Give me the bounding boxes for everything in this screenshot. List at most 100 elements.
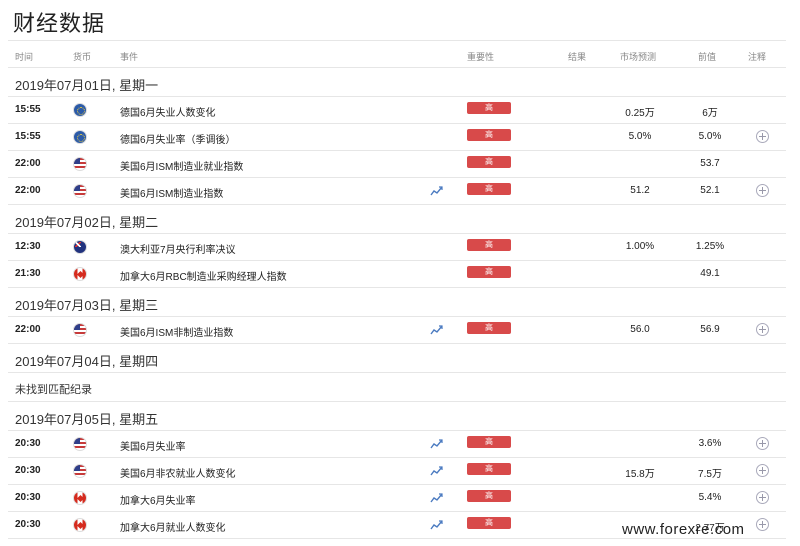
day-label: 2019年07月05日, 星期五 xyxy=(15,412,159,427)
event-time: 21:30 xyxy=(15,268,41,279)
event-time: 20:30 xyxy=(15,438,41,449)
header-forecast: 市场预测 xyxy=(620,52,657,62)
table-row[interactable]: 15:55 德国6月失业人数变化 高 0.25万 6万 xyxy=(8,97,786,124)
header-currency: 货币 xyxy=(73,52,92,62)
day-header-row: 2019年07月05日, 星期五 xyxy=(8,402,786,431)
event-name[interactable]: 澳大利亚7月央行利率决议 xyxy=(120,241,236,256)
table-row[interactable]: 20:30 加拿大6月失业率 高 5.4% xyxy=(8,485,786,512)
forecast-value: 15.8万 xyxy=(625,469,655,480)
event-name[interactable]: 德国6月失业人数变化 xyxy=(120,104,216,119)
header-event: 事件 xyxy=(120,52,139,62)
event-time: 22:00 xyxy=(15,158,41,169)
ca-flag-icon xyxy=(73,491,87,505)
event-time: 22:00 xyxy=(15,185,41,196)
forecast-value: 1.00% xyxy=(625,241,655,252)
table-row[interactable]: 22:00 美国6月ISM制造业指数 高 51.2 52.1 xyxy=(8,178,786,205)
header-importance: 重要性 xyxy=(467,52,495,62)
add-note-icon[interactable] xyxy=(756,464,769,477)
event-name[interactable]: 美国6月ISM制造业就业指数 xyxy=(120,158,243,173)
event-name[interactable]: 德国6月失业率（季调後） xyxy=(120,131,236,146)
chart-icon[interactable] xyxy=(430,185,443,196)
header-previous: 前值 xyxy=(698,52,717,62)
importance-badge: 高 xyxy=(467,156,511,168)
economic-calendar-table: 时间 货币 事件 重要性 结果 市场预测 前值 注释 2019年07月01日, … xyxy=(8,40,786,539)
event-time: 22:00 xyxy=(15,324,41,335)
importance-badge: 高 xyxy=(467,266,511,278)
header-note: 注释 xyxy=(748,52,767,62)
importance-badge: 高 xyxy=(467,183,511,195)
event-time: 15:55 xyxy=(15,104,41,115)
previous-value: 5.4% xyxy=(698,492,722,503)
importance-badge: 高 xyxy=(467,239,511,251)
table-row[interactable]: 15:55 德国6月失业率（季调後） 高 5.0% 5.0% xyxy=(8,124,786,151)
table-row[interactable]: 22:00 美国6月ISM制造业就业指数 高 53.7 xyxy=(8,151,786,178)
chart-icon[interactable] xyxy=(430,519,443,530)
no-records-row: 未找到匹配纪录 xyxy=(8,373,786,402)
previous-value: 1.25% xyxy=(695,241,725,252)
event-time: 15:55 xyxy=(15,131,41,142)
add-note-icon[interactable] xyxy=(756,491,769,504)
table-row[interactable]: 12:30 澳大利亚7月央行利率决议 高 1.00% 1.25% xyxy=(8,234,786,261)
importance-badge: 高 xyxy=(467,129,511,141)
previous-value: 49.1 xyxy=(700,268,720,279)
chart-icon-svg xyxy=(430,439,443,449)
table-row[interactable]: 22:00 美国6月ISM非制造业指数 高 56.0 56.9 xyxy=(8,317,786,344)
event-name[interactable]: 美国6月ISM非制造业指数 xyxy=(120,324,233,339)
table-row[interactable]: 20:30 美国6月失业率 高 3.6% xyxy=(8,431,786,458)
event-name[interactable]: 加拿大6月就业人数变化 xyxy=(120,519,226,534)
header-time: 时间 xyxy=(15,52,34,62)
no-records-text: 未找到匹配纪录 xyxy=(15,384,92,396)
add-note-icon[interactable] xyxy=(756,184,769,197)
importance-badge: 高 xyxy=(467,517,511,529)
event-name[interactable]: 加拿大6月失业率 xyxy=(120,492,196,507)
importance-badge: 高 xyxy=(467,322,511,334)
chart-icon[interactable] xyxy=(430,492,443,503)
previous-value: 6万 xyxy=(702,108,718,119)
day-label: 2019年07月02日, 星期二 xyxy=(15,215,159,230)
importance-badge: 高 xyxy=(467,102,511,114)
event-time: 20:30 xyxy=(15,492,41,503)
table-header: 时间 货币 事件 重要性 结果 市场预测 前值 注释 xyxy=(8,40,786,68)
ca-flag-icon xyxy=(73,267,87,281)
add-note-icon[interactable] xyxy=(756,518,769,531)
importance-badge: 高 xyxy=(467,436,511,448)
add-note-icon[interactable] xyxy=(756,323,769,336)
previous-value: 3.6% xyxy=(698,438,722,449)
event-time: 20:30 xyxy=(15,519,41,530)
chart-icon[interactable] xyxy=(430,324,443,335)
event-name[interactable]: 美国6月非农就业人数变化 xyxy=(120,465,236,480)
header-result: 结果 xyxy=(568,52,587,62)
chart-icon[interactable] xyxy=(430,438,443,449)
table-row[interactable]: 21:30 加拿大6月RBC制造业采购经理人指数 高 49.1 xyxy=(8,261,786,288)
forecast-value: 5.0% xyxy=(628,131,652,142)
event-name[interactable]: 加拿大6月RBC制造业采购经理人指数 xyxy=(120,268,287,283)
eu-flag-icon xyxy=(73,130,87,144)
chart-icon-svg xyxy=(430,186,443,196)
event-time: 12:30 xyxy=(15,241,41,252)
eu-flag-icon xyxy=(73,103,87,117)
event-name[interactable]: 美国6月ISM制造业指数 xyxy=(120,185,223,200)
previous-value: 52.1 xyxy=(700,185,720,196)
us-flag-icon xyxy=(73,437,87,451)
chart-icon-svg xyxy=(430,466,443,476)
us-flag-icon xyxy=(73,464,87,478)
chart-icon-svg xyxy=(430,493,443,503)
add-note-icon[interactable] xyxy=(756,437,769,450)
ca-flag-icon xyxy=(73,518,87,532)
previous-value: 7.5万 xyxy=(698,469,722,480)
add-note-icon[interactable] xyxy=(756,130,769,143)
table-body: 2019年07月01日, 星期一 15:55 德国6月失业人数变化高 0.25万 6万 1… xyxy=(8,68,786,539)
importance-badge: 高 xyxy=(467,490,511,502)
previous-value: 53.7 xyxy=(700,158,720,169)
chart-icon[interactable] xyxy=(430,465,443,476)
previous-value: 5.0% xyxy=(698,131,722,142)
event-name[interactable]: 美国6月失业率 xyxy=(120,438,186,453)
table-row[interactable]: 20:30 美国6月非农就业人数变化 高 15.8万 7.5万 xyxy=(8,458,786,485)
previous-value: 56.9 xyxy=(700,324,720,335)
us-flag-icon xyxy=(73,157,87,171)
au-flag-icon xyxy=(73,240,87,254)
watermark: www.forexre.com xyxy=(622,521,745,538)
day-label: 2019年07月04日, 星期四 xyxy=(15,354,159,369)
page-title: 财经数据 xyxy=(13,11,106,36)
day-label: 2019年07月03日, 星期三 xyxy=(15,298,159,313)
